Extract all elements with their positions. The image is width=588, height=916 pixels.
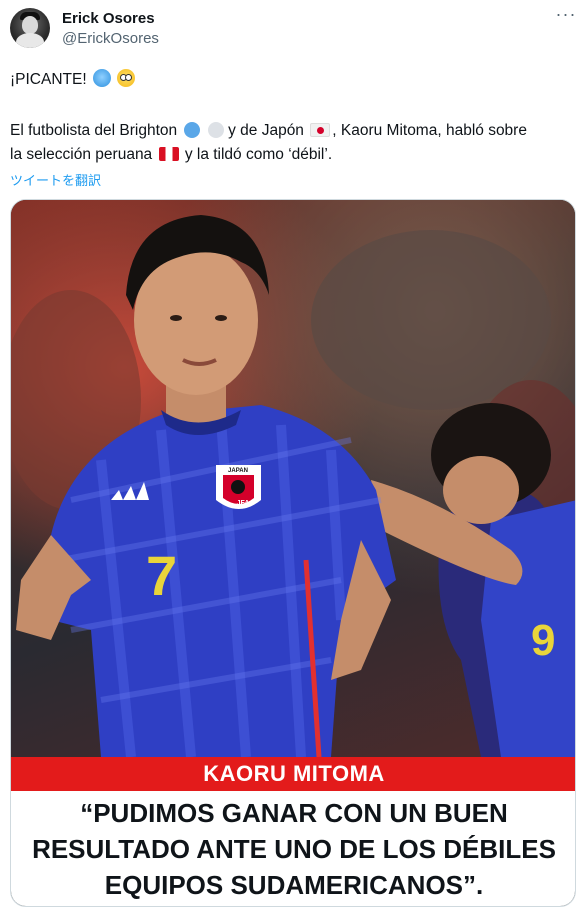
- player-photo: 9 JAPAN JFA 7: [11, 200, 575, 757]
- crest-text: JAPAN: [228, 468, 248, 474]
- quote-line-2: RESULTADO ANTE UNO DE LOS DÉBILES: [32, 834, 556, 864]
- blue-circle-emoji-icon: [184, 122, 201, 138]
- tweet-header: Erick Osores @ErickOsores ···: [10, 5, 578, 52]
- tweet-text-segment: El futbolista del Brighton: [10, 122, 178, 139]
- tweet-text-segment: y de Japón: [228, 122, 304, 139]
- tweet-text-line-1: ¡PICANTE!: [10, 68, 578, 91]
- more-options-icon[interactable]: ···: [554, 5, 578, 28]
- author-handle[interactable]: @ErickOsores: [62, 30, 159, 47]
- main-jersey-number: 7: [146, 544, 177, 607]
- tweet-text-line-2: El futbolista del Brighton y de Japón , …: [10, 119, 578, 142]
- quote-line-1: “PUDIMOS GANAR CON UN BUEN: [80, 798, 508, 828]
- headline-name-bar: KAORU MITOMA: [11, 757, 575, 791]
- tweet-text-line-3: la selección peruana y la tildó como ‘dé…: [10, 143, 578, 166]
- tweet-text-exclaim: ¡PICANTE!: [10, 71, 87, 88]
- tweet-text-segment: , Kaoru Mitoma, habló sobre: [332, 122, 527, 139]
- author-display-name[interactable]: Erick Osores: [62, 10, 155, 27]
- tweet-media-image[interactable]: 9 JAPAN JFA 7 KAORU MITOMA “PUDIMOS GANA…: [10, 199, 576, 907]
- second-jersey-number: 9: [531, 616, 555, 665]
- peru-flag-icon: [158, 147, 179, 161]
- avatar-body-shape: [16, 33, 44, 48]
- avatar-face-shape: [22, 16, 38, 34]
- quote-line-3: EQUIPOS SUDAMERICANOS”.: [104, 870, 484, 900]
- tweet-card[interactable]: Erick Osores @ErickOsores ··· ¡PICANTE! …: [0, 0, 588, 916]
- translate-tweet-link[interactable]: ツイートを翻訳: [10, 170, 101, 189]
- white-circle-emoji-icon: [207, 122, 224, 138]
- player-illustration: 9 JAPAN JFA 7: [11, 215, 575, 757]
- tweet-text-segment: y la tildó como ‘débil’.: [184, 146, 333, 163]
- author-avatar[interactable]: [10, 8, 50, 48]
- crest-sub-text: JFA: [237, 500, 250, 507]
- flushed-face-emoji-icon: [117, 69, 136, 87]
- tweet-text-segment: la selección peruana: [10, 146, 153, 163]
- quote-box: “PUDIMOS GANAR CON UN BUEN RESULTADO ANT…: [11, 791, 575, 906]
- japan-flag-icon: [310, 123, 331, 137]
- cold-face-emoji-icon: [92, 69, 111, 87]
